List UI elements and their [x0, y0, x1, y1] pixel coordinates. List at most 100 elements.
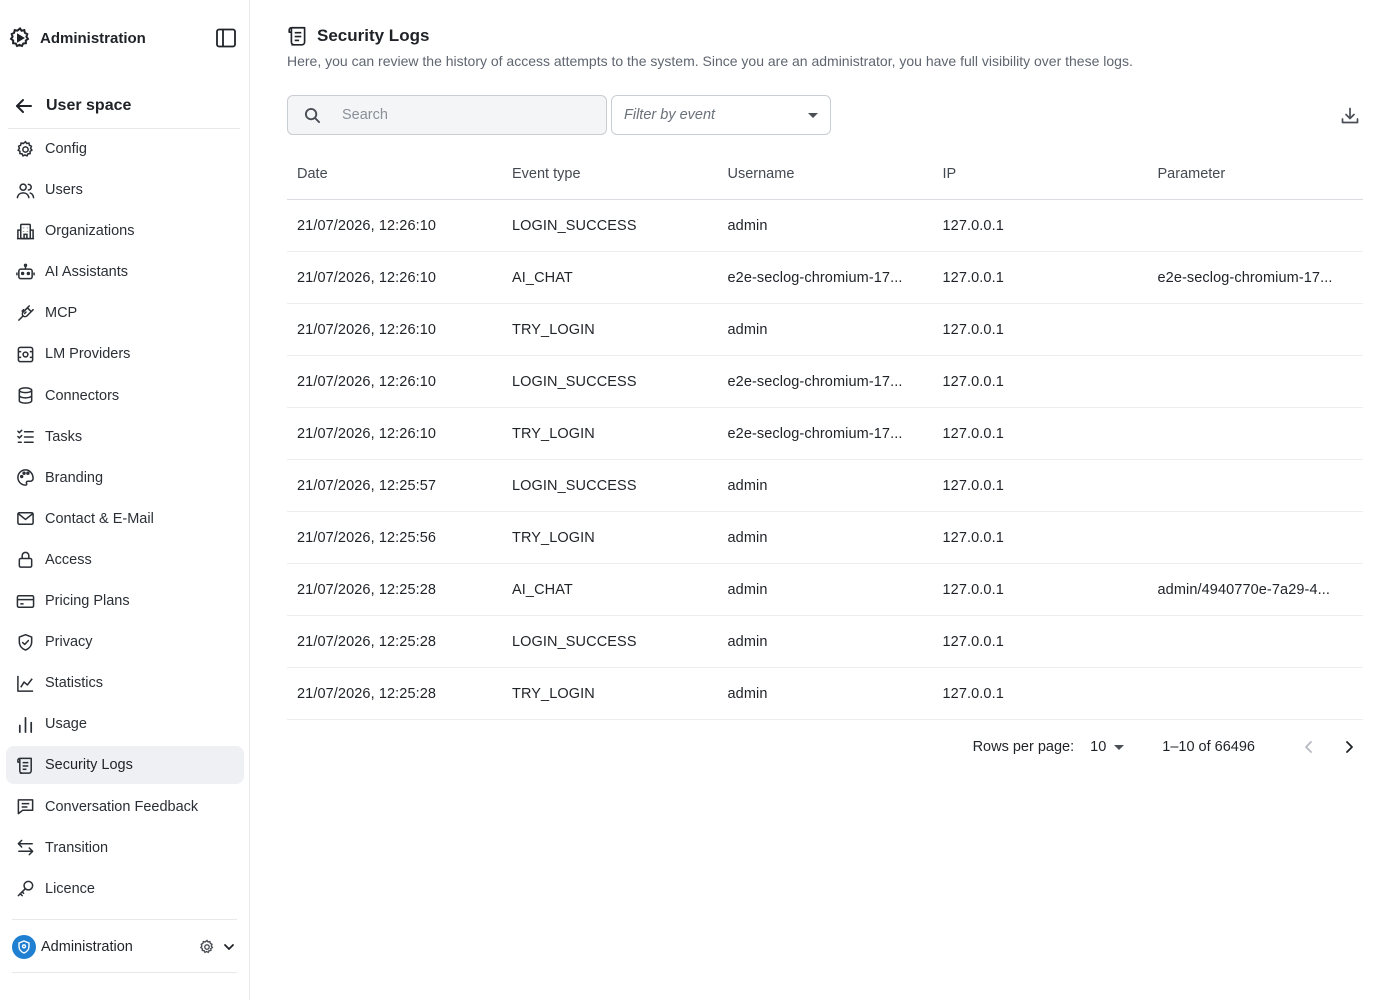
- column-header-event-type[interactable]: Event type: [502, 166, 718, 182]
- sidebar-item-transition[interactable]: Transition: [6, 829, 244, 867]
- table-row[interactable]: 21/07/2026, 12:26:10 TRY_LOGIN e2e-seclo…: [287, 408, 1363, 460]
- message-square-icon: [15, 797, 35, 817]
- rows-per-page-label: Rows per page:: [972, 739, 1075, 755]
- download-button[interactable]: [1337, 103, 1363, 129]
- search-input[interactable]: [342, 107, 582, 123]
- sidebar: Administration User space Config Users O: [0, 0, 250, 1000]
- sidebar-item-tasks[interactable]: Tasks: [6, 418, 244, 456]
- sidebar-divider: [12, 919, 237, 920]
- cell-ip: 127.0.0.1: [942, 477, 1004, 494]
- column-header-date[interactable]: Date: [287, 166, 502, 182]
- rows-per-page-select[interactable]: 10: [1090, 739, 1125, 755]
- sidebar-item-mcp[interactable]: MCP: [6, 294, 244, 332]
- sidebar-item-privacy[interactable]: Privacy: [6, 623, 244, 661]
- cell-username: admin: [727, 581, 768, 598]
- sidebar-item-label: LM Providers: [45, 346, 131, 363]
- back-to-user-space[interactable]: User space: [8, 90, 240, 122]
- robot-icon: [15, 262, 35, 282]
- organization-settings-icon[interactable]: [198, 938, 216, 956]
- previous-page-button[interactable]: [1295, 733, 1323, 761]
- sidebar-item-label: Contact & E-Mail: [45, 510, 154, 527]
- cell-event-type: TRY_LOGIN: [512, 529, 595, 546]
- column-header-ip[interactable]: IP: [933, 166, 1148, 182]
- cell-username: e2e-seclog-chromium-17...: [727, 269, 903, 286]
- pagination-range: 1–10 of 66496: [1162, 739, 1255, 755]
- sidebar-item-users[interactable]: Users: [6, 171, 244, 209]
- arrow-left-icon: [14, 96, 34, 116]
- rows-per-page-value: 10: [1090, 739, 1107, 755]
- page-title: Security Logs: [317, 26, 430, 45]
- sidebar-divider: [12, 972, 237, 973]
- sidebar-item-label: Licence: [45, 880, 95, 897]
- organization-switcher[interactable]: Administration: [8, 928, 240, 966]
- key-icon: [15, 879, 35, 899]
- sidebar-item-label: Privacy: [45, 634, 93, 651]
- sidebar-item-pricing-plans[interactable]: Pricing Plans: [6, 582, 244, 620]
- caret-down-icon: [1114, 744, 1125, 750]
- sidebar-item-label: Security Logs: [45, 757, 133, 774]
- sidebar-item-label: Branding: [45, 469, 104, 486]
- cell-date: 21/07/2026, 12:26:10: [297, 425, 437, 442]
- sidebar-item-statistics[interactable]: Statistics: [6, 664, 244, 702]
- sidebar-item-access[interactable]: Access: [6, 541, 244, 579]
- sidebar-item-licence[interactable]: Licence: [6, 870, 244, 908]
- cell-event-type: TRY_LOGIN: [512, 321, 595, 338]
- next-page-button[interactable]: [1335, 733, 1363, 761]
- main-content: Security Logs Here, you can review the h…: [287, 0, 1363, 1000]
- cell-ip: 127.0.0.1: [942, 269, 1004, 286]
- page-description: Here, you can review the history of acce…: [287, 53, 1133, 69]
- table-row[interactable]: 21/07/2026, 12:25:28 TRY_LOGIN admin 127…: [287, 668, 1363, 720]
- sidebar-item-config[interactable]: Config: [6, 130, 244, 168]
- chart-line-icon: [15, 673, 35, 693]
- cell-date: 21/07/2026, 12:25:57: [297, 477, 437, 494]
- cell-username: e2e-seclog-chromium-17...: [727, 425, 903, 442]
- event-filter-select[interactable]: Filter by event: [611, 95, 831, 135]
- table-row[interactable]: 21/07/2026, 12:26:10 TRY_LOGIN admin 127…: [287, 304, 1363, 356]
- sidebar-item-usage[interactable]: Usage: [6, 705, 244, 743]
- cell-date: 21/07/2026, 12:25:56: [297, 529, 437, 546]
- sidebar-item-label: Users: [45, 182, 83, 199]
- sidebar-divider: [8, 128, 240, 129]
- cell-ip: 127.0.0.1: [942, 373, 1004, 390]
- security-logs-table: Date Event type Username IP Parameter 21…: [287, 148, 1363, 720]
- sidebar-item-organizations[interactable]: Organizations: [6, 212, 244, 250]
- table-row[interactable]: 21/07/2026, 12:25:28 AI_CHAT admin 127.0…: [287, 564, 1363, 616]
- sidebar-toggle-icon[interactable]: [214, 26, 238, 50]
- chevron-left-icon: [1305, 741, 1312, 753]
- cell-ip: 127.0.0.1: [942, 321, 1004, 338]
- credit-card-icon: [15, 591, 35, 611]
- column-header-username[interactable]: Username: [718, 166, 933, 182]
- cell-date: 21/07/2026, 12:25:28: [297, 633, 437, 650]
- search-field[interactable]: [287, 95, 607, 135]
- table-row[interactable]: 21/07/2026, 12:26:10 LOGIN_SUCCESS e2e-s…: [287, 356, 1363, 408]
- cell-parameter: e2e-seclog-chromium-17...: [1157, 269, 1333, 286]
- search-icon: [302, 105, 322, 125]
- column-header-parameter[interactable]: Parameter: [1148, 166, 1363, 182]
- sidebar-item-security-logs[interactable]: Security Logs: [6, 746, 244, 785]
- table-row[interactable]: 21/07/2026, 12:25:57 LOGIN_SUCCESS admin…: [287, 460, 1363, 512]
- sidebar-item-branding[interactable]: Branding: [6, 459, 244, 497]
- table-row[interactable]: 21/07/2026, 12:25:56 TRY_LOGIN admin 127…: [287, 512, 1363, 564]
- chevron-down-icon[interactable]: [220, 938, 238, 956]
- sidebar-item-ai-assistants[interactable]: AI Assistants: [6, 253, 244, 291]
- sidebar-item-lm-providers[interactable]: LM Providers: [6, 335, 244, 373]
- sidebar-item-connectors[interactable]: Connectors: [6, 377, 244, 415]
- users-icon: [15, 180, 35, 200]
- cell-username: admin: [727, 685, 768, 702]
- sidebar-item-contact-email[interactable]: Contact & E-Mail: [6, 500, 244, 538]
- sidebar-item-conversation-feedback[interactable]: Conversation Feedback: [6, 788, 244, 826]
- settings-logo-icon: [8, 26, 32, 50]
- cell-event-type: TRY_LOGIN: [512, 425, 595, 442]
- cell-ip: 127.0.0.1: [942, 581, 1004, 598]
- sidebar-item-label: Pricing Plans: [45, 593, 130, 610]
- checklist-icon: [15, 427, 35, 447]
- event-filter-placeholder: Filter by event: [624, 107, 716, 123]
- admin-nav: Config Users Organizations AI Assistants…: [6, 130, 244, 911]
- cell-username: admin: [727, 529, 768, 546]
- table-row[interactable]: 21/07/2026, 12:26:10 AI_CHAT e2e-seclog-…: [287, 252, 1363, 304]
- table-row[interactable]: 21/07/2026, 12:26:10 LOGIN_SUCCESS admin…: [287, 200, 1363, 252]
- table-row[interactable]: 21/07/2026, 12:25:28 LOGIN_SUCCESS admin…: [287, 616, 1363, 668]
- cell-date: 21/07/2026, 12:25:28: [297, 685, 437, 702]
- cell-event-type: LOGIN_SUCCESS: [512, 477, 637, 494]
- sidebar-item-label: MCP: [45, 305, 78, 322]
